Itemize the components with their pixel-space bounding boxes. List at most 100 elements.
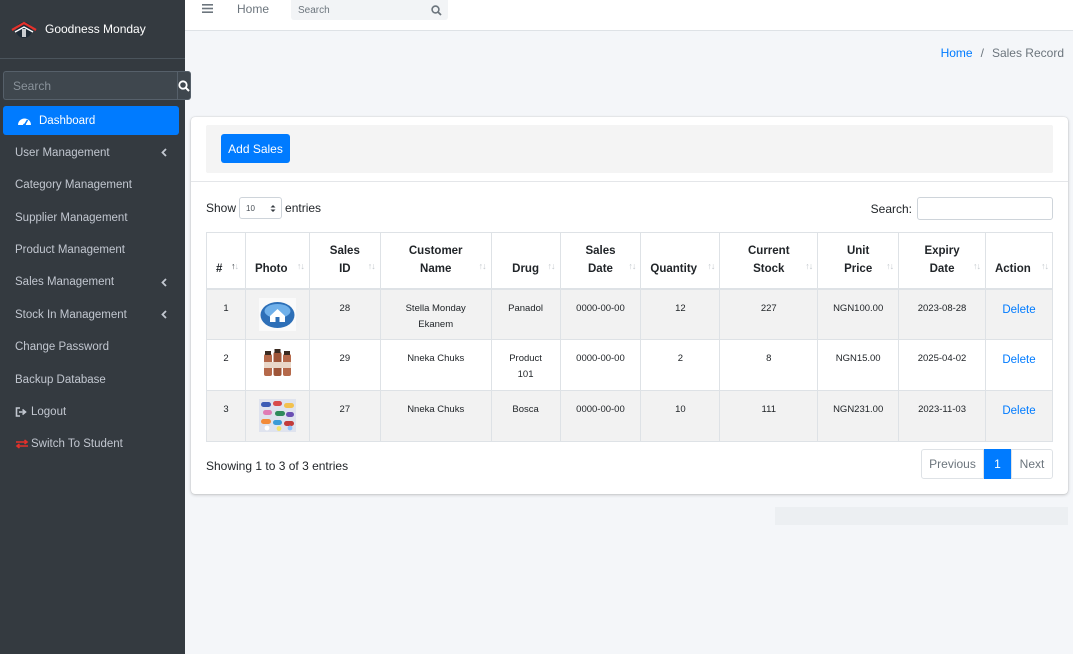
breadcrumb-home-link[interactable]: Home <box>941 46 973 60</box>
sidebar-item-supplier-management[interactable]: Supplier Management <box>3 203 179 232</box>
sort-icon: ↑↓ <box>707 260 715 271</box>
top-search-input[interactable] <box>291 0 424 20</box>
cell-action: Delete <box>984 288 1054 340</box>
cell-drug: Panadol <box>490 288 561 340</box>
column-header-unit-price[interactable]: Unit Price ↑↓ <box>817 232 900 290</box>
column-header-label-line2: Stock <box>753 263 785 276</box>
select-arrows-icon <box>270 204 276 212</box>
card-divider <box>191 181 1068 182</box>
sidebar-item-product-management[interactable]: Product Management <box>3 236 179 265</box>
sidebar-item-label: Stock In Management <box>15 308 127 321</box>
breadcrumb-separator: / <box>980 46 984 60</box>
brand-logo-icon <box>11 21 37 38</box>
entries-select[interactable]: 10 <box>239 197 283 219</box>
delete-link[interactable]: Delete <box>1002 405 1035 417</box>
column-header-photo[interactable]: Photo ↑↓ <box>244 232 310 290</box>
cell-sales-id: 29 <box>308 339 381 391</box>
column-header-label: # <box>216 263 223 276</box>
sidebar-item-sales-management[interactable]: Sales Management <box>3 268 179 297</box>
column-header-label: Customer <box>408 245 463 258</box>
top-nav-home-link[interactable]: Home <box>237 2 269 16</box>
delete-link[interactable]: Delete <box>1002 354 1035 366</box>
sales-table: # ↑↓ Photo ↑↓ Sales ID ↑↓ Customer Name … <box>206 232 1054 442</box>
sidebar-item-user-management[interactable]: User Management <box>3 138 179 167</box>
cell-number: 1 <box>206 288 246 340</box>
column-header-sales-date[interactable]: Sales Date ↑↓ <box>559 232 642 290</box>
sidebar-search-input[interactable] <box>3 71 177 100</box>
cell-quantity: 12 <box>640 288 721 340</box>
column-header-label: Expiry <box>924 245 960 258</box>
cell-expiry-date: 2025-04-02 <box>898 339 986 391</box>
hamburger-menu-icon[interactable] <box>202 3 213 14</box>
column-header-quantity[interactable]: Quantity ↑↓ <box>640 232 721 290</box>
cell-drug: Bosca <box>490 390 561 442</box>
customer-name-line1: Nneka Chuks <box>407 353 465 364</box>
top-search-button[interactable] <box>424 0 448 20</box>
top-navbar: Home <box>185 0 1073 31</box>
cell-photo <box>244 288 310 340</box>
sidebar-item-change-password[interactable]: Change Password <box>3 333 179 362</box>
pagination-previous[interactable]: Previous <box>921 449 984 479</box>
column-header-number[interactable]: # ↑↓ <box>206 232 246 290</box>
cell-sales-date: 0000-00-00 <box>559 288 642 340</box>
column-header-label-line2: Name <box>420 263 452 276</box>
sidebar-search <box>3 71 191 100</box>
cell-unit-price: NGN100.00 <box>817 288 900 340</box>
sidebar-item-label: Logout <box>31 406 67 419</box>
column-header-label: Sales <box>585 245 616 258</box>
cell-quantity: 2 <box>640 339 721 391</box>
column-header-sales-id[interactable]: Sales ID ↑↓ <box>308 232 381 290</box>
delete-link[interactable]: Delete <box>1002 304 1035 316</box>
column-header-label: Unit <box>846 245 870 258</box>
sidebar-item-label: Product Management <box>15 244 125 257</box>
column-header-expiry-date[interactable]: Expiry Date ↑↓ <box>898 232 986 290</box>
sort-icon: ↑↓ <box>1041 260 1049 271</box>
sidebar-item-label: Sales Management <box>15 276 115 289</box>
sort-icon: ↑↓ <box>547 260 556 271</box>
pagination-page-1[interactable]: 1 <box>984 449 1011 479</box>
sidebar-item-logout[interactable]: Logout <box>3 398 179 427</box>
sidebar-item-label: Category Management <box>15 179 132 192</box>
column-header-action[interactable]: Action ↑↓ <box>984 232 1054 290</box>
sidebar-item-label: Supplier Management <box>15 211 128 224</box>
table-row: 2 29 Nneka Chuks Product 101 0000-00-00 … <box>206 339 1054 391</box>
column-header-label-line2: Date <box>929 263 955 276</box>
cell-current-stock: 111 <box>719 390 819 442</box>
pagination-next[interactable]: Next <box>1011 449 1053 479</box>
customer-name-line1: Nneka Chuks <box>407 404 465 415</box>
sort-icon: ↑↓ <box>478 260 487 271</box>
brand[interactable]: Goodness Monday <box>0 0 185 59</box>
sidebar-item-backup-database[interactable]: Backup Database <box>3 365 179 394</box>
table-search-label: Search: <box>870 201 912 216</box>
search-icon <box>178 79 190 92</box>
sidebar-item-dashboard[interactable]: Dashboard <box>3 106 179 135</box>
cell-sales-id: 27 <box>308 390 381 442</box>
table-search-input[interactable] <box>917 197 1053 220</box>
sidebar-item-label: User Management <box>15 146 110 159</box>
sidebar-search-button[interactable] <box>177 71 191 100</box>
column-header-current-stock[interactable]: Current Stock ↑↓ <box>719 232 819 290</box>
breadcrumb: Home / Sales Record <box>941 46 1064 60</box>
sidebar-item-switch-to-student[interactable]: Switch To Student <box>3 430 179 459</box>
sidebar-nav: Dashboard User Management Category Manag… <box>0 106 185 459</box>
add-sales-button[interactable]: Add Sales <box>221 134 290 163</box>
sort-icon: ↑↓ <box>886 260 894 271</box>
sort-icon: ↑↓ <box>972 260 981 271</box>
exchange-icon <box>15 439 29 450</box>
column-header-customer-name[interactable]: Customer Name ↑↓ <box>379 232 492 290</box>
chevron-left-icon <box>161 310 167 319</box>
sidebar-item-label: Dashboard <box>39 114 96 127</box>
sort-icon: ↑↓ <box>628 260 636 271</box>
cell-sales-date: 0000-00-00 <box>559 339 642 391</box>
sidebar-item-category-management[interactable]: Category Management <box>3 171 179 200</box>
cell-photo <box>244 339 310 391</box>
drug-line2: 101 <box>517 369 534 380</box>
column-header-label-line2: Price <box>844 263 873 276</box>
cell-expiry-date: 2023-08-28 <box>898 288 986 340</box>
breadcrumb-current: Sales Record <box>991 46 1064 60</box>
drug-line1: Bosca <box>512 404 539 415</box>
cell-customer-name: Nneka Chuks <box>379 339 492 391</box>
tachometer-icon <box>17 115 35 127</box>
sidebar-item-stock-in-management[interactable]: Stock In Management <box>3 300 179 329</box>
column-header-drug[interactable]: Drug ↑↓ <box>490 232 561 290</box>
